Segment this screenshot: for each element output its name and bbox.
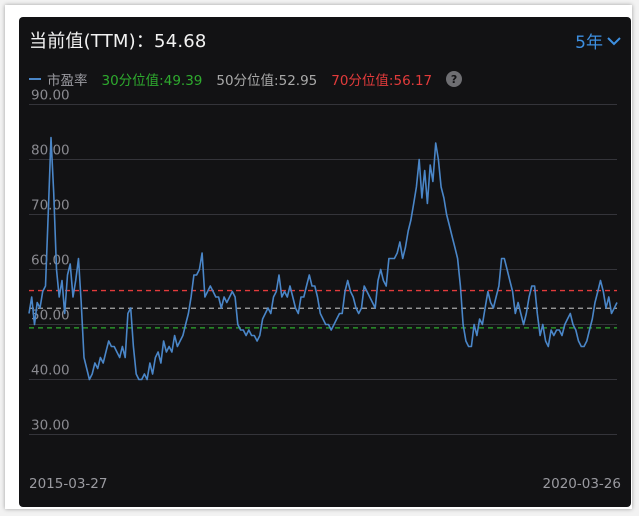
screenshot-frame: 当前值(TTM)：54.68 5年 市盈率 30分位值:49.39 50分位值:…	[5, 5, 632, 509]
y-tick-label: 30.00	[31, 418, 70, 434]
y-tick-label: 40.00	[31, 363, 70, 379]
chart-panel: 当前值(TTM)：54.68 5年 市盈率 30分位值:49.39 50分位值:…	[19, 17, 631, 507]
x-start-label: 2015-03-27	[29, 476, 108, 492]
series-line-pe	[28, 136, 618, 381]
y-tick-label: 60.00	[31, 253, 70, 269]
pe-line-chart: 90.0080.0070.0060.0050.0040.0030.00	[28, 88, 618, 435]
x-end-label: 2020-03-26	[542, 476, 621, 492]
y-tick-label: 70.00	[31, 198, 70, 214]
y-tick-label: 90.00	[31, 88, 70, 104]
